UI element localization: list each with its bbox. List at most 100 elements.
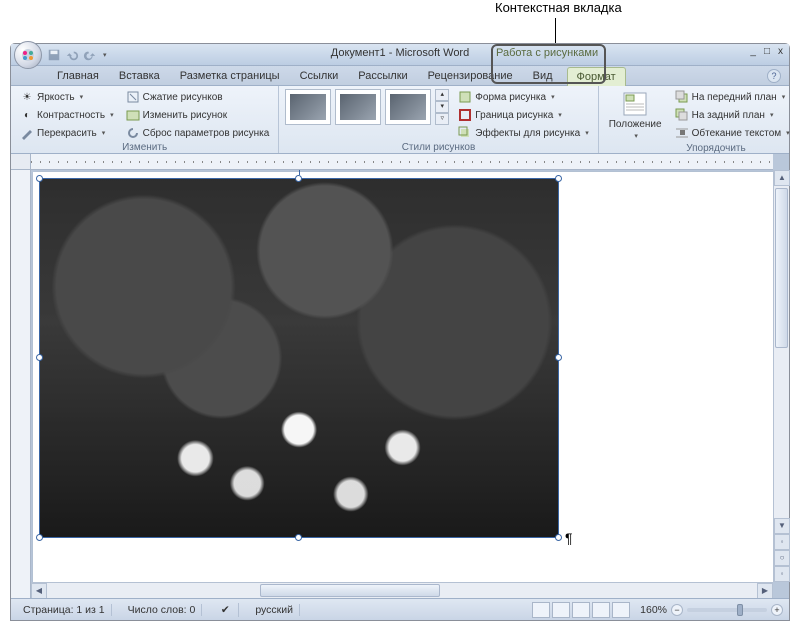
resize-handle-e[interactable] bbox=[555, 354, 562, 361]
compress-button[interactable]: Сжатие рисунков bbox=[123, 89, 273, 105]
scroll-left-button[interactable]: ◀ bbox=[31, 583, 47, 599]
zoom-control: 160% − + bbox=[640, 604, 783, 616]
resize-handle-n[interactable] bbox=[295, 175, 302, 182]
maximize-button[interactable]: □ bbox=[764, 47, 770, 57]
save-icon[interactable] bbox=[47, 48, 61, 62]
paragraph-mark: ¶ bbox=[565, 530, 573, 546]
status-language[interactable]: русский bbox=[249, 604, 300, 616]
style-thumb-3[interactable] bbox=[385, 89, 431, 125]
picture-shape-label: Форма рисунка bbox=[475, 92, 546, 103]
view-outline[interactable] bbox=[592, 602, 610, 618]
zoom-slider-thumb[interactable] bbox=[737, 604, 743, 616]
text-wrap-button[interactable]: Обтекание текстом▾ bbox=[672, 125, 793, 141]
tab-format[interactable]: Формат bbox=[567, 67, 626, 86]
gallery-spinner[interactable]: ▴▾▿ bbox=[435, 89, 449, 125]
recolor-label: Перекрасить bbox=[37, 128, 97, 139]
view-draft[interactable] bbox=[612, 602, 630, 618]
selected-picture[interactable] bbox=[39, 178, 559, 538]
send-back-button[interactable]: На задний план▾ bbox=[672, 107, 793, 123]
tab-review[interactable]: Рецензирование bbox=[418, 66, 523, 85]
compress-label: Сжатие рисунков bbox=[143, 92, 223, 103]
qat-dropdown-icon[interactable]: ▾ bbox=[103, 51, 107, 59]
resize-handle-s[interactable] bbox=[295, 534, 302, 541]
window-title: Документ1 - Microsoft Word bbox=[11, 47, 789, 59]
brightness-label: Яркость bbox=[37, 92, 75, 103]
browse-object-button[interactable]: ○ bbox=[774, 550, 790, 566]
zoom-in-button[interactable]: + bbox=[771, 604, 783, 616]
status-page[interactable]: Страница: 1 из 1 bbox=[17, 604, 112, 616]
zoom-out-button[interactable]: − bbox=[671, 604, 683, 616]
resize-handle-se[interactable] bbox=[555, 534, 562, 541]
spellcheck-icon: ✔ bbox=[218, 603, 232, 617]
tab-view[interactable]: Вид bbox=[523, 66, 563, 85]
callout-label: Контекстная вкладка bbox=[495, 0, 622, 15]
style-gallery[interactable]: ▴▾▿ bbox=[285, 89, 449, 125]
resize-handle-sw[interactable] bbox=[36, 534, 43, 541]
contrast-button[interactable]: ◐Контрастность▾ bbox=[17, 107, 117, 123]
vertical-ruler[interactable] bbox=[11, 170, 31, 598]
ribbon-tabs: Главная Вставка Разметка страницы Ссылки… bbox=[11, 66, 789, 86]
horizontal-ruler[interactable] bbox=[31, 154, 773, 170]
tab-references[interactable]: Ссылки bbox=[290, 66, 349, 85]
vscroll-track[interactable] bbox=[774, 186, 789, 518]
resize-handle-ne[interactable] bbox=[555, 175, 562, 182]
zoom-slider[interactable] bbox=[687, 608, 767, 612]
view-web-layout[interactable] bbox=[572, 602, 590, 618]
bring-front-label: На передний план bbox=[692, 92, 777, 103]
tab-mailings[interactable]: Рассылки bbox=[348, 66, 417, 85]
window-buttons: _ □ x bbox=[750, 47, 783, 57]
page-viewport[interactable]: ¶ bbox=[31, 170, 773, 582]
close-button[interactable]: x bbox=[778, 47, 783, 57]
status-spellcheck[interactable]: ✔ bbox=[212, 603, 239, 617]
picture-effects-label: Эффекты для рисунка bbox=[475, 128, 580, 139]
picture-content bbox=[40, 179, 558, 537]
position-icon bbox=[622, 91, 648, 117]
ruler-corner bbox=[11, 154, 31, 170]
minimize-button[interactable]: _ bbox=[750, 47, 756, 57]
picture-border-label: Граница рисунка bbox=[475, 110, 553, 121]
zoom-level[interactable]: 160% bbox=[640, 604, 667, 616]
contextual-tab-title: Работа с рисунками bbox=[496, 47, 598, 59]
position-button[interactable]: Положение▾ bbox=[605, 89, 666, 142]
resize-handle-w[interactable] bbox=[36, 354, 43, 361]
tab-home[interactable]: Главная bbox=[47, 66, 109, 85]
change-picture-button[interactable]: Изменить рисунок bbox=[123, 107, 273, 123]
view-full-reading[interactable] bbox=[552, 602, 570, 618]
vscroll-thumb[interactable] bbox=[775, 188, 788, 348]
app-window: ▾ Документ1 - Microsoft Word Работа с ри… bbox=[10, 43, 790, 621]
style-thumb-2[interactable] bbox=[335, 89, 381, 125]
prev-page-button[interactable]: ◦ bbox=[774, 534, 790, 550]
resize-handle-nw[interactable] bbox=[36, 175, 43, 182]
reset-picture-button[interactable]: Сброс параметров рисунка bbox=[123, 125, 273, 141]
help-button[interactable]: ? bbox=[767, 69, 781, 83]
scroll-down-button[interactable]: ▼ bbox=[774, 518, 790, 534]
hscroll-thumb[interactable] bbox=[260, 584, 440, 597]
group-adjust-label: Изменить bbox=[17, 142, 272, 153]
style-thumb-1[interactable] bbox=[285, 89, 331, 125]
tab-page-layout[interactable]: Разметка страницы bbox=[170, 66, 290, 85]
status-word-count[interactable]: Число слов: 0 bbox=[122, 604, 203, 616]
group-adjust: ☀Яркость▾ ◐Контрастность▾ Перекрасить▾ С… bbox=[11, 86, 279, 153]
contrast-icon: ◐ bbox=[20, 108, 34, 122]
recolor-button[interactable]: Перекрасить▾ bbox=[17, 125, 117, 141]
picture-shape-button[interactable]: Форма рисунка▾ bbox=[455, 89, 591, 105]
reset-icon bbox=[126, 126, 140, 140]
scroll-up-button[interactable]: ▲ bbox=[774, 170, 790, 186]
vertical-scrollbar[interactable]: ▲ ▼ ◦ ○ ◦ bbox=[773, 170, 789, 582]
undo-icon[interactable] bbox=[65, 48, 79, 62]
bring-front-button[interactable]: На передний план▾ bbox=[672, 89, 793, 105]
bring-front-icon bbox=[675, 90, 689, 104]
scroll-right-button[interactable]: ▶ bbox=[757, 583, 773, 599]
redo-icon[interactable] bbox=[83, 48, 97, 62]
horizontal-scrollbar[interactable]: ◀ ▶ bbox=[31, 582, 773, 598]
next-page-button[interactable]: ◦ bbox=[774, 566, 790, 582]
group-arrange: Положение▾ На передний план▾ На задний п… bbox=[599, 86, 800, 153]
hscroll-track[interactable] bbox=[47, 583, 757, 598]
view-print-layout[interactable] bbox=[532, 602, 550, 618]
brightness-button[interactable]: ☀Яркость▾ bbox=[17, 89, 117, 105]
picture-effects-button[interactable]: Эффекты для рисунка▾ bbox=[455, 125, 591, 141]
office-button[interactable] bbox=[14, 41, 42, 69]
recolor-icon bbox=[20, 126, 34, 140]
tab-insert[interactable]: Вставка bbox=[109, 66, 170, 85]
picture-border-button[interactable]: Граница рисунка▾ bbox=[455, 107, 591, 123]
